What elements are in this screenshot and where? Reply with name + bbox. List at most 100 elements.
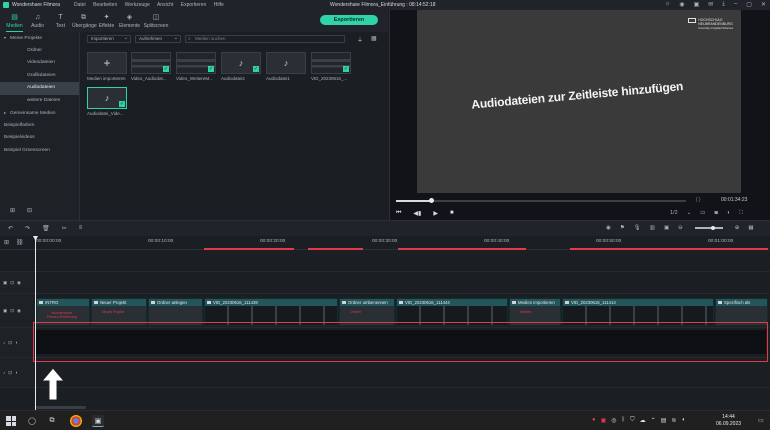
delete-icon[interactable]: 🗑 — [42, 225, 50, 232]
import-dropdown[interactable]: Importieren — [87, 35, 131, 43]
sidebar-item-audiodateien[interactable]: Audiodateien — [0, 82, 79, 95]
marker-icon[interactable]: ⚑ — [620, 225, 625, 231]
sidebar-item-videodateien[interactable]: Videodateien — [0, 57, 79, 70]
chevron-up-icon[interactable]: ⌃ — [651, 417, 656, 424]
lock-icon[interactable]: ⊡ — [10, 308, 14, 314]
sidebar-item-ordner[interactable]: Ordner — [0, 45, 79, 58]
tab-effekte[interactable]: ✦ Effekte — [95, 14, 118, 32]
windows-start-icon[interactable] — [6, 416, 16, 426]
adjust-icon[interactable]: ≡ — [79, 225, 83, 232]
tab-elemente[interactable]: ◈ Elemente — [118, 14, 141, 32]
render-icon[interactable]: ◉ — [606, 225, 611, 231]
sidebar-item-weitere-dateien[interactable]: weitere Dateien — [0, 95, 79, 108]
stop-icon[interactable]: ■ — [450, 210, 454, 217]
fullscreen-icon[interactable]: ⛶ — [739, 210, 743, 217]
speaker-icon[interactable]: ◖ — [15, 370, 18, 375]
zoom-out-icon[interactable]: ⊖ — [678, 225, 683, 231]
media-item[interactable]: ✓ Video_Audiodat... — [131, 52, 171, 81]
redo-icon[interactable]: ↷ — [25, 225, 30, 232]
keyboard-icon[interactable]: ▤ — [661, 417, 667, 424]
volume-icon[interactable]: ◖ — [727, 210, 730, 217]
sidebar-item-beispielvideos[interactable]: Beispielvideos — [0, 132, 79, 145]
progress-knob[interactable] — [429, 198, 434, 203]
menu-datei[interactable]: Datei — [74, 2, 86, 8]
system-clock[interactable]: 14:44 06.09.2023 — [716, 414, 741, 428]
search-icon[interactable]: ◯ — [26, 415, 38, 427]
menu-werkzeuge[interactable]: Werkzeuge — [125, 2, 150, 8]
tab-uebergaenge[interactable]: ⧉ Übergänge — [72, 14, 97, 32]
playback-progress-bar[interactable] — [396, 198, 686, 203]
speaker-icon[interactable]: ◖ — [15, 340, 18, 345]
undo-icon[interactable]: ↶ — [8, 225, 13, 232]
sidebar-item-meine-projekte[interactable]: ▾ Meine Projekte — [0, 32, 79, 45]
media-item[interactable]: ✓ Video_WeitereM... — [176, 52, 216, 81]
page-ratio[interactable]: 1/2 — [670, 210, 678, 217]
menu-ansicht[interactable]: Ansicht — [157, 2, 173, 8]
new-folder-icon[interactable]: ⊞ — [10, 207, 15, 214]
app-tray-icon[interactable]: ▣ — [601, 417, 607, 424]
notification-icon[interactable]: ▣ — [694, 1, 700, 8]
grid-view-icon[interactable]: ▦ — [371, 35, 377, 42]
bluetooth-icon[interactable]: ᛒ — [622, 417, 626, 424]
tab-medien[interactable]: ▤ Medien — [3, 14, 26, 32]
lock-icon[interactable]: ⊡ — [10, 280, 14, 286]
play-icon[interactable]: ▶ — [433, 210, 438, 217]
display-icon[interactable]: ▭ — [700, 210, 705, 217]
sidebar-item-grafikdateien[interactable]: Grafikdateien — [0, 70, 79, 83]
media-item[interactable]: ♪ ✓ Audiodatei2 — [221, 52, 261, 81]
voiceover-icon[interactable]: 🎙 — [634, 225, 641, 231]
wifi-icon[interactable]: ≋ — [671, 417, 676, 424]
task-view-icon[interactable]: ⧉ — [46, 415, 58, 427]
chrome-icon[interactable] — [70, 415, 82, 427]
snapshot-icon[interactable]: ▣ — [664, 225, 669, 231]
mail-icon[interactable]: ✉ — [708, 1, 713, 8]
sidebar-item-beispielfarben[interactable]: Beispielfarben — [0, 120, 79, 133]
cloud-icon[interactable]: ☁ — [640, 417, 646, 424]
tab-splitscreen[interactable]: ◫ Splitscreen — [141, 14, 171, 32]
record-dropdown[interactable]: Aufnehmen — [135, 35, 181, 43]
eye-icon[interactable]: ◉ — [17, 308, 21, 314]
chevron-down-icon[interactable]: ⌄ — [687, 210, 692, 217]
playhead[interactable] — [35, 236, 36, 410]
menu-hilfe[interactable]: Hilfe — [214, 2, 224, 8]
media-import-tile[interactable]: + Medien importieren — [87, 52, 127, 81]
record-icon[interactable]: ● — [592, 417, 596, 424]
menu-bearbeiten[interactable]: Bearbeiten — [93, 2, 117, 8]
zoom-slider[interactable] — [694, 225, 723, 230]
sidebar-item-gemeinsame-medien[interactable]: ▸ Gemeinsame Medien — [0, 107, 79, 120]
sun-icon[interactable]: ☼ — [665, 1, 671, 8]
snapshot-icon[interactable]: ◙ — [714, 210, 717, 217]
link-icon[interactable]: ⛓ — [16, 239, 24, 246]
media-search-input[interactable]: ⌕ Medien suchen — [185, 35, 345, 43]
tab-audio[interactable]: ♫ Audio — [26, 14, 49, 32]
export-button[interactable]: Exportieren — [320, 15, 378, 25]
audio-mixer-icon[interactable]: ▥ — [650, 225, 655, 231]
sidebar-item-beispiel-greenscreen[interactable]: Beispiel Greenscreen — [0, 145, 79, 158]
speaker-icon[interactable]: ◖ — [681, 417, 685, 424]
prev-frame-icon[interactable]: ⏮ — [396, 210, 401, 217]
add-track-icon[interactable]: ⊞ — [4, 239, 9, 246]
marker-brackets[interactable]: { } — [696, 197, 701, 203]
filter-icon[interactable]: ⏚ — [357, 35, 363, 44]
shield-icon[interactable]: ⛉ — [630, 417, 635, 424]
lock-icon[interactable]: ⊡ — [8, 340, 12, 346]
maximize-icon[interactable]: ▢ — [746, 1, 752, 8]
tab-text[interactable]: T Text — [49, 14, 72, 32]
antivirus-icon[interactable]: ◎ — [611, 417, 616, 424]
folder-import-icon[interactable]: ⊟ — [27, 207, 32, 214]
media-item[interactable]: ♪ Audiodatei1 — [266, 52, 306, 81]
fit-timeline-icon[interactable]: ▦ — [748, 225, 753, 231]
cut-icon[interactable]: ✂ — [62, 225, 67, 232]
filmora-taskbar-icon[interactable]: ▣ — [92, 415, 104, 427]
eye-icon[interactable]: ◉ — [17, 280, 21, 286]
close-icon[interactable]: ✕ — [761, 1, 766, 8]
zoom-in-icon[interactable]: ⊕ — [735, 225, 740, 231]
timeline-ruler[interactable]: 00:00:00:00 00:00:10:00 00:00:20:00 00:0… — [0, 236, 770, 250]
lock-icon[interactable]: ⊡ — [8, 370, 12, 376]
menu-exportieren[interactable]: Exportieren — [181, 2, 207, 8]
user-icon[interactable]: ◉ — [679, 1, 684, 8]
media-item[interactable]: ✓ VID_20230616_... — [311, 52, 351, 81]
download-icon[interactable]: ⤓ — [722, 1, 725, 8]
media-item-selected[interactable]: ♪ ✓ Audiodatei_Vide... — [87, 87, 127, 116]
timeline-scrollbar[interactable] — [36, 406, 86, 409]
